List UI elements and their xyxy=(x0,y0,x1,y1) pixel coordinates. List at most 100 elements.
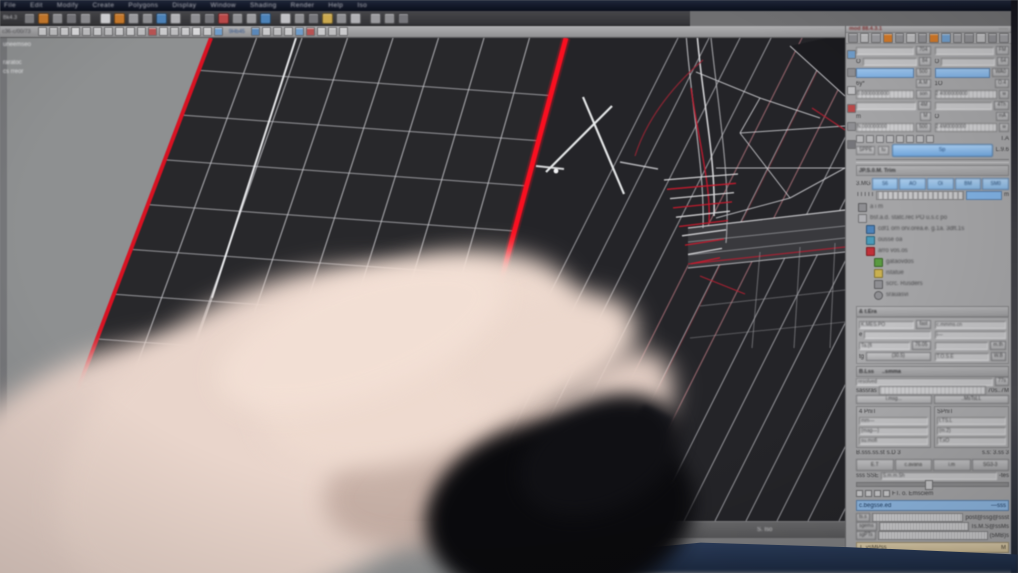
toolbar-icon[interactable] xyxy=(327,27,337,36)
field[interactable] xyxy=(856,46,915,55)
row-button[interactable]: ts.s xyxy=(856,513,870,522)
stripe-button[interactable]: w xyxy=(999,90,1009,99)
checkbox[interactable] xyxy=(883,490,890,497)
field[interactable] xyxy=(934,46,994,55)
toolbar-icon[interactable] xyxy=(92,27,102,36)
panel-button[interactable]: i.msg... xyxy=(856,395,932,404)
lower-tab[interactable]: SG3-3 xyxy=(971,458,1009,471)
rail-icon[interactable] xyxy=(846,140,856,149)
shelf-icon[interactable] xyxy=(232,12,244,24)
panel-icon[interactable] xyxy=(999,33,1009,43)
toolbar-icon[interactable] xyxy=(338,27,348,36)
menu-item[interactable]: Iso xyxy=(357,2,367,9)
shelf-icon[interactable] xyxy=(114,12,126,24)
spinner-button[interactable]: 4Th xyxy=(994,101,1009,110)
shelf-icon[interactable] xyxy=(350,12,362,24)
stripe-field[interactable]: 2.4000000000 xyxy=(934,90,998,99)
shelf-icon[interactable] xyxy=(190,12,202,24)
panel-icon[interactable] xyxy=(859,33,870,43)
field[interactable]: c.mmms.cn xyxy=(934,320,1006,329)
stripe-field[interactable]: N.000000000 xyxy=(856,123,915,132)
mini-icon[interactable] xyxy=(916,134,924,143)
stripe-field[interactable]: 2.4M0000000 xyxy=(934,123,998,132)
toolbar-icon[interactable] xyxy=(136,27,146,36)
field[interactable]: T.xO xyxy=(937,437,1006,445)
menu-item[interactable]: Polygons xyxy=(128,2,158,9)
field[interactable]: T.O.S.E xyxy=(934,352,989,361)
shelf-icon[interactable] xyxy=(336,12,348,24)
panel-icon[interactable] xyxy=(952,33,963,43)
shelf-icon[interactable] xyxy=(128,12,140,24)
shelf-icon[interactable] xyxy=(80,12,92,24)
dropdown-button[interactable]: 77s xyxy=(994,377,1009,386)
spinner-button[interactable]: M xyxy=(920,112,931,121)
checkbox[interactable] xyxy=(874,490,881,497)
mini-icon[interactable] xyxy=(866,134,874,143)
field-button[interactable]: (30.5) xyxy=(866,352,931,361)
shelf-icon[interactable] xyxy=(246,12,258,24)
stripe-slider[interactable] xyxy=(878,386,986,395)
toolbar-icon[interactable] xyxy=(81,27,91,36)
field[interactable] xyxy=(941,57,996,66)
shelf-icon[interactable] xyxy=(384,12,396,24)
field[interactable] xyxy=(862,57,917,66)
panel-icon[interactable] xyxy=(917,33,928,43)
stripe-button[interactable]: 500 xyxy=(916,123,931,132)
panel-button[interactable]: ..MsTsLL xyxy=(933,395,1009,404)
toolbar-icon[interactable] xyxy=(294,27,304,36)
mini-icon[interactable] xyxy=(906,134,914,143)
stripe-field[interactable]: 0.0000000000 xyxy=(856,90,915,99)
toolbar-icon[interactable] xyxy=(316,27,326,36)
shelf-icon[interactable] xyxy=(156,12,168,24)
menu-item[interactable]: Edit xyxy=(30,2,43,9)
blue-tab[interactable]: AO xyxy=(899,177,927,190)
field-button[interactable]: fast xyxy=(916,320,931,329)
field[interactable]: (m.2) xyxy=(937,427,1006,435)
field[interactable] xyxy=(934,341,989,350)
lower-tab[interactable]: E.T xyxy=(856,458,894,471)
slider-track[interactable] xyxy=(856,480,1009,490)
field[interactable]: t.TS.L xyxy=(937,417,1006,425)
menu-item[interactable]: Create xyxy=(92,2,114,9)
shelf-icon[interactable] xyxy=(204,12,216,24)
blue-tab[interactable]: SM0 xyxy=(982,177,1010,190)
toolbar-icon[interactable] xyxy=(202,27,212,36)
toolbar-icon[interactable] xyxy=(213,27,223,36)
mini-icon[interactable] xyxy=(886,134,894,143)
toolbar-icon[interactable] xyxy=(147,27,157,36)
rail-icon[interactable] xyxy=(846,68,856,77)
shelf-icon[interactable] xyxy=(398,12,410,24)
shelf-icon[interactable] xyxy=(370,12,382,24)
toolbar-icon[interactable] xyxy=(48,27,58,36)
stripe-button[interactable]: w xyxy=(999,123,1009,132)
blue-slider[interactable] xyxy=(934,67,991,78)
spinner-button[interactable]: FM xyxy=(995,46,1009,55)
panel-icon[interactable] xyxy=(964,33,975,43)
field-button[interactable]: 76.05 xyxy=(911,341,931,350)
panel-icon[interactable] xyxy=(894,33,905,43)
spinner-button[interactable]: 4M xyxy=(917,101,931,110)
toolbar-icon[interactable] xyxy=(283,27,293,36)
menu-item[interactable]: Render xyxy=(291,2,315,9)
menu-item[interactable]: Modify xyxy=(57,2,79,9)
menu-item[interactable]: Help xyxy=(328,2,343,9)
rail-icon[interactable] xyxy=(846,86,856,95)
shelf-icon[interactable] xyxy=(24,12,36,24)
field-button[interactable]: W.B xyxy=(990,352,1006,361)
shelf-icon[interactable] xyxy=(322,12,334,24)
list-item[interactable]: scrc. Rusders xyxy=(858,279,1009,289)
field[interactable]: Ta.(fi xyxy=(859,341,910,350)
dropdown[interactable]: resolved xyxy=(856,377,993,386)
row-button[interactable]: sgPTs xyxy=(856,531,876,540)
toolbar-icon[interactable] xyxy=(37,27,47,36)
checkbox[interactable] xyxy=(865,490,872,497)
field[interactable]: mm— xyxy=(859,417,928,425)
panel-scrub-row[interactable]: TTTTT m xyxy=(856,190,1009,200)
blue-tab[interactable]: S6 xyxy=(871,177,899,190)
shelf-icon[interactable] xyxy=(280,12,292,24)
blue-slider[interactable] xyxy=(856,67,915,78)
toolbar-icon[interactable] xyxy=(70,27,80,36)
rail-icon[interactable] xyxy=(846,122,856,131)
toolbar-icon[interactable] xyxy=(180,27,190,36)
stripe-button[interactable]: son xyxy=(916,90,931,99)
